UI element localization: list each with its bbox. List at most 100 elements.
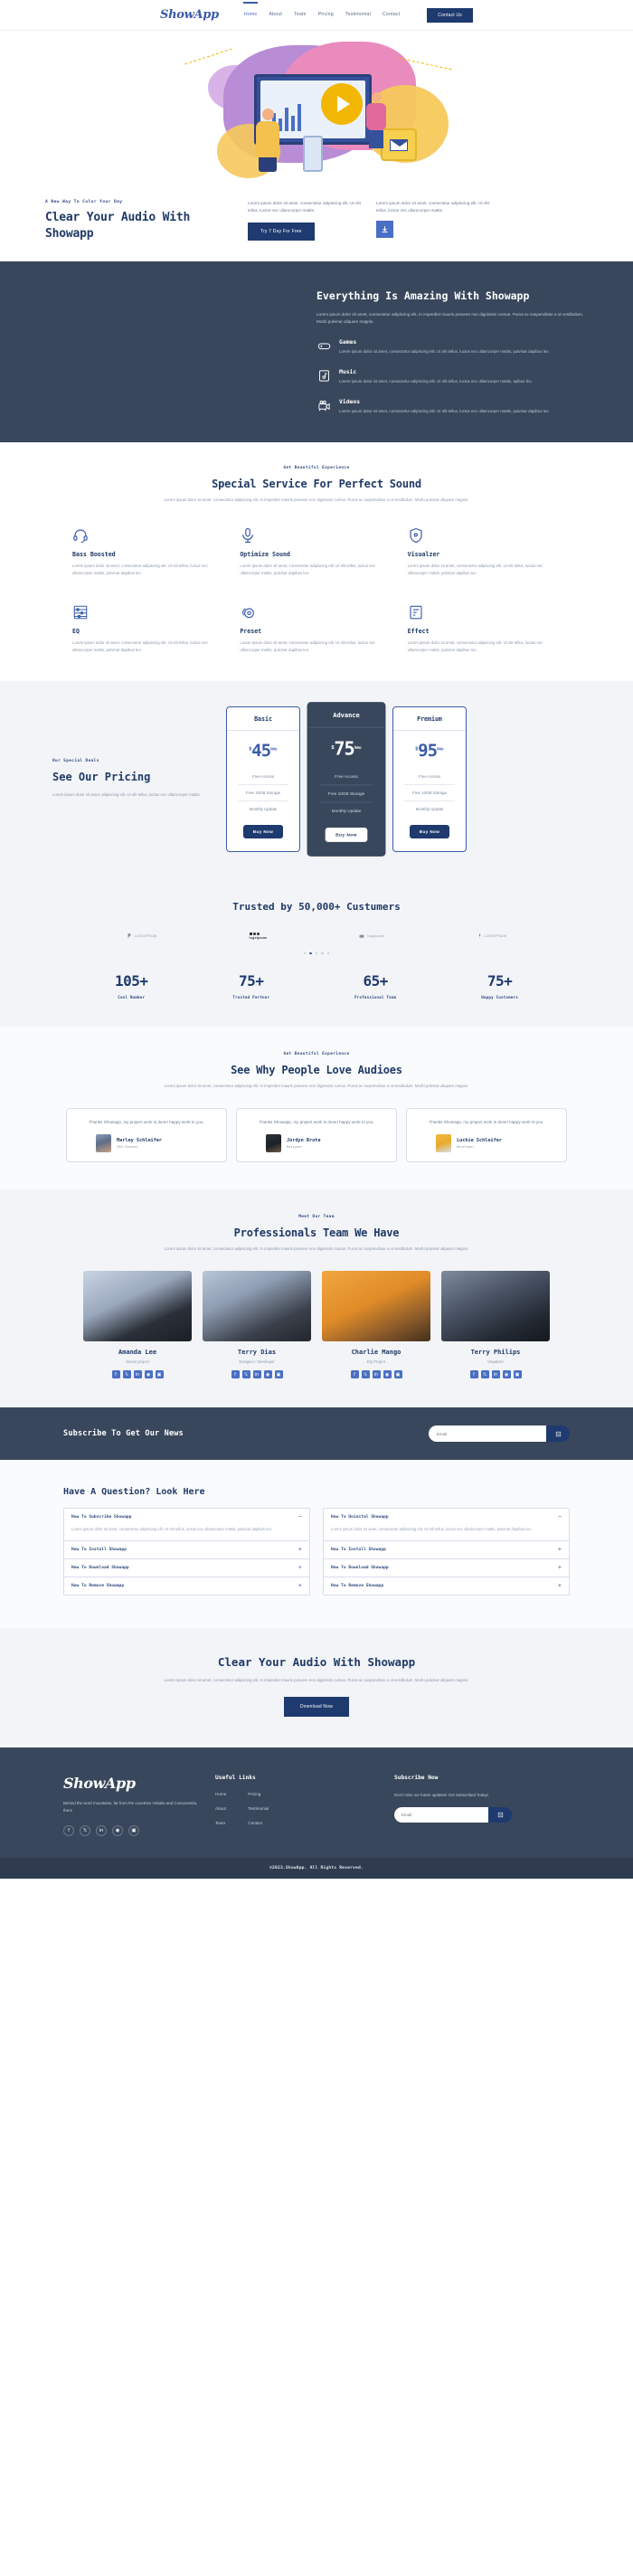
instagram-icon[interactable]: ▣ (274, 1370, 283, 1379)
minus-icon[interactable]: − (298, 1514, 302, 1520)
nav-item-home[interactable]: Home (244, 12, 258, 18)
plus-icon[interactable]: + (558, 1565, 562, 1571)
footer-link-about[interactable]: About (215, 1806, 226, 1811)
subscribe-email-input[interactable] (429, 1425, 546, 1443)
team-social-links: f 𝕏 in ◉ ▣ (322, 1370, 430, 1379)
footer-subscribe-button[interactable] (488, 1807, 512, 1823)
faq-question-row[interactable]: How To Download Showapp + (324, 1559, 569, 1577)
buy-now-button[interactable]: Buy Now (325, 827, 368, 842)
brand-logo[interactable]: ShowApp (160, 8, 219, 22)
brand-logos: LOGOIPSUM logoipsum logoipsum LOGOIPSUM (127, 932, 506, 940)
testimonial-card: Thanks Showapp, my project work is done!… (236, 1108, 397, 1163)
feature-music: Music Lorem ipsum dolor sit amet, consec… (316, 368, 588, 385)
buy-now-button[interactable]: Buy Now (242, 824, 284, 838)
instagram-icon[interactable]: ▣ (393, 1370, 402, 1379)
carousel-dot[interactable] (315, 952, 318, 955)
team-member-card: Terry Dias Designer / Developer f 𝕏 in ◉… (203, 1271, 311, 1379)
minus-icon[interactable]: − (558, 1514, 562, 1520)
copyright-bar: ©2023.ShowApp. All Rights Reserved. (0, 1857, 633, 1879)
facebook-icon[interactable]: f (469, 1370, 478, 1379)
subscribe-submit-button[interactable] (546, 1425, 570, 1443)
dribbble-icon[interactable]: ◉ (263, 1370, 272, 1379)
stats-row: 105+ Cool Number 75+ Trusted Partner 65+… (72, 972, 561, 999)
linkedin-icon[interactable]: in (252, 1370, 261, 1379)
plus-icon[interactable]: + (298, 1565, 302, 1571)
dribbble-icon[interactable]: ◉ (383, 1370, 392, 1379)
faq-question-row[interactable]: How To Uninstal Showapp − (324, 1509, 569, 1526)
footer-link-home[interactable]: Home (215, 1792, 226, 1796)
team-member-card: Amanda Lee Senior project f 𝕏 in ◉ ▣ (83, 1271, 192, 1379)
avatar (266, 1134, 281, 1153)
stat-label: Happy Customers (481, 995, 519, 1000)
facebook-icon[interactable]: f (111, 1370, 120, 1379)
subscribe-bar-section: Subscribe To Get Our News (0, 1407, 633, 1461)
nav-item-about[interactable]: About (269, 12, 283, 18)
download-now-button[interactable]: Download Now (283, 1697, 350, 1718)
plus-icon[interactable]: + (298, 1547, 302, 1553)
faq-question-row[interactable]: How To Remove Showapp + (64, 1577, 309, 1595)
instagram-icon[interactable]: ▣ (128, 1824, 139, 1836)
contact-us-button[interactable]: Contact Us (427, 7, 473, 23)
carousel-dot[interactable] (326, 952, 330, 955)
carousel-dot[interactable] (321, 952, 324, 955)
twitter-icon[interactable]: 𝕏 (80, 1824, 90, 1836)
linkedin-icon[interactable]: in (372, 1370, 381, 1379)
footer-logo[interactable]: ShowApp (63, 1775, 199, 1792)
twitter-icon[interactable]: 𝕏 (122, 1370, 131, 1379)
faq-question-row[interactable]: How To Install Showapp + (64, 1541, 309, 1558)
dribbble-icon[interactable]: ◉ (144, 1370, 153, 1379)
nav-item-testimonial[interactable]: Testimonial (345, 12, 371, 18)
feature-title: Music (339, 368, 357, 376)
carousel-dot-active[interactable] (309, 952, 312, 955)
faq-question-row[interactable]: How To Download Showapp + (64, 1559, 309, 1577)
feature-desc: Lorem ipsum dolor sit amet, consectetur … (339, 379, 533, 384)
try-free-button[interactable]: Try 7 Day For Free (248, 223, 315, 242)
faq-question-row[interactable]: How To Install Showapp + (324, 1541, 569, 1558)
stat-label: Professional Team (354, 995, 397, 1000)
service-desc: Lorem ipsum dolor sit amet, consectetur … (240, 639, 376, 652)
download-icon-button[interactable] (376, 221, 393, 239)
faq-column-left: How To Subscribe Showapp − Lorem ipsum d… (63, 1508, 310, 1596)
instagram-icon[interactable]: ▣ (513, 1370, 522, 1379)
footer-link-pricing[interactable]: Pricing (248, 1792, 269, 1796)
buy-now-button[interactable]: Buy Now (409, 824, 450, 838)
dribbble-icon[interactable]: ◉ (502, 1370, 511, 1379)
linkedin-icon[interactable]: in (133, 1370, 142, 1379)
facebook-icon[interactable]: f (63, 1824, 74, 1836)
facebook-icon[interactable]: f (231, 1370, 240, 1379)
faq-item: How To Download Showapp + (64, 1558, 309, 1577)
testimonial-card: Thanks Showapp, my project work is done!… (66, 1108, 227, 1163)
cta-title: Clear Your Audio With Showapp (217, 1655, 416, 1670)
twitter-icon[interactable]: 𝕏 (480, 1370, 489, 1379)
twitter-icon[interactable]: 𝕏 (361, 1370, 370, 1379)
services-grid: Bass Boosted Lorem ipsum dolor sit amet,… (72, 524, 561, 654)
nav-item-team[interactable]: Team (294, 12, 306, 18)
nav-item-pricing[interactable]: Pricing (318, 12, 334, 18)
faq-question-row[interactable]: How To Remove Showapp + (324, 1577, 569, 1595)
linkedin-icon[interactable]: in (96, 1824, 107, 1836)
nav-item-contact[interactable]: Contact (383, 12, 400, 18)
instagram-icon[interactable]: ▣ (155, 1370, 164, 1379)
linkedin-icon[interactable]: in (491, 1370, 500, 1379)
footer-email-input[interactable] (394, 1807, 488, 1823)
footer-links-title: Useful Links (215, 1775, 256, 1782)
carousel-dot[interactable] (303, 952, 307, 955)
plus-icon[interactable]: + (298, 1583, 302, 1589)
faq-question-row[interactable]: How To Subscribe Showapp − (64, 1509, 309, 1526)
service-title: Effect (407, 627, 430, 635)
dribbble-icon[interactable]: ◉ (112, 1824, 123, 1836)
brand-mark-icon (128, 933, 131, 939)
plus-icon[interactable]: + (558, 1547, 562, 1553)
plan-feature: Monthly Update (238, 800, 288, 817)
carousel-dots[interactable] (0, 952, 633, 955)
feature-videos: Videos Lorem ipsum dolor sit amet, conse… (316, 398, 588, 415)
plus-icon[interactable]: + (558, 1583, 562, 1589)
twitter-icon[interactable]: 𝕏 (241, 1370, 250, 1379)
stat-happy-customers: 75+ Happy Customers (481, 972, 518, 999)
facebook-icon[interactable]: f (350, 1370, 359, 1379)
effect-panel-icon (408, 601, 561, 620)
footer-link-testimonial[interactable]: Testimonial (248, 1806, 269, 1811)
footer-link-contact[interactable]: Contact (248, 1821, 269, 1825)
footer-link-team[interactable]: Team (215, 1821, 226, 1825)
subscribe-form (429, 1425, 570, 1443)
